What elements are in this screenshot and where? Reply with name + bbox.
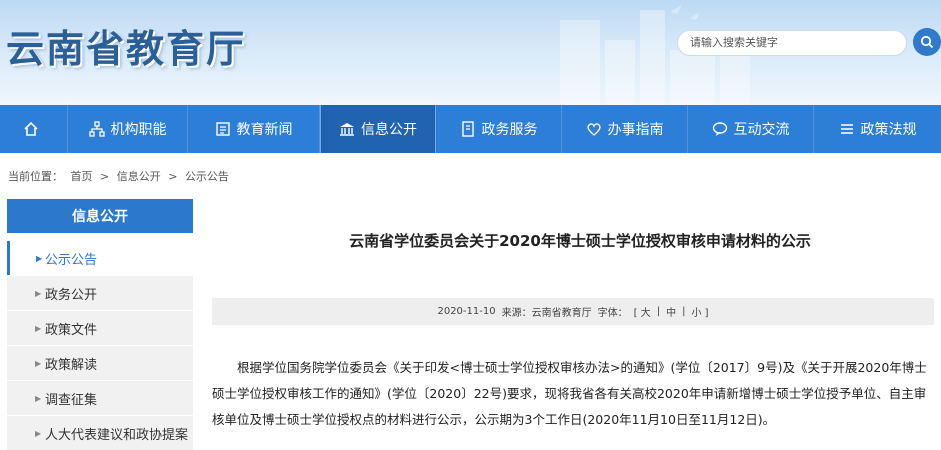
search-icon bbox=[920, 35, 934, 49]
chat-icon bbox=[712, 121, 728, 137]
home-icon bbox=[23, 121, 39, 137]
sidebar-item-label: 政策解读 bbox=[45, 357, 98, 373]
breadcrumb-prefix: 当前位置： bbox=[8, 170, 63, 183]
font-size-sep: | bbox=[682, 306, 686, 317]
arrow-right-icon: ▶ bbox=[35, 393, 42, 403]
font-size-sep: | bbox=[656, 306, 661, 317]
main-nav: 机构职能 教育新闻 信息公开 政务服务 办事指南 互动交流 政策法规 bbox=[0, 105, 941, 153]
nav-label: 互动交流 bbox=[733, 122, 790, 138]
font-size-large[interactable]: [ 大 bbox=[634, 304, 651, 319]
article-date: 2020-11-10 bbox=[437, 306, 496, 317]
font-size-label: 字体： bbox=[597, 308, 628, 319]
service-icon bbox=[460, 121, 476, 137]
nav-label: 办事指南 bbox=[607, 122, 664, 138]
breadcrumb-sep: > bbox=[168, 170, 178, 183]
sidebar-item-announcements[interactable]: ▶ 公示公告 bbox=[7, 241, 193, 275]
sidebar: 信息公开 ▶ 公示公告 ▶ 政务公开 ▶ 政策文件 ▶ 政策解读 ▶ 调查征集 … bbox=[7, 199, 193, 450]
article-source: 来源：云南省教育厅 bbox=[501, 308, 592, 319]
sidebar-item-policy-docs[interactable]: ▶ 政策文件 bbox=[7, 311, 193, 345]
sidebar-item-affairs[interactable]: ▶ 政务公开 bbox=[7, 276, 193, 310]
nav-label: 教育新闻 bbox=[236, 122, 293, 138]
sidebar-item-label: 政策文件 bbox=[45, 322, 98, 338]
breadcrumb-info[interactable]: 信息公开 bbox=[117, 170, 161, 183]
search-input[interactable]: 请输入搜索关键字 bbox=[677, 30, 907, 56]
breadcrumb-home[interactable]: 首页 bbox=[71, 170, 93, 183]
nav-label: 政务服务 bbox=[481, 122, 538, 138]
nav-item-service[interactable]: 政务服务 bbox=[436, 105, 562, 153]
nav-home[interactable] bbox=[0, 105, 68, 153]
org-icon bbox=[88, 121, 105, 137]
nav-label: 信息公开 bbox=[361, 122, 417, 138]
nav-item-interact[interactable]: 互动交流 bbox=[688, 105, 814, 153]
nav-label: 机构职能 bbox=[110, 122, 167, 138]
building-icon bbox=[339, 121, 355, 137]
article-meta: 2020-11-10 来源：云南省教育厅 字体： [ 大 | 中 | 小 ] bbox=[212, 298, 934, 325]
sidebar-item-label: 调查征集 bbox=[45, 392, 98, 408]
header-banner: 云南省教育厅 请输入搜索关键字 bbox=[0, 0, 941, 105]
font-size-medium[interactable]: 中 bbox=[666, 304, 676, 319]
arrow-right-icon: ▶ bbox=[36, 253, 43, 263]
article-title: 云南省学位委员会关于2020年博士硕士学位授权审核申请材料的公示 bbox=[349, 232, 811, 250]
nav-item-info[interactable]: 信息公开 bbox=[320, 105, 436, 153]
nav-item-news[interactable]: 教育新闻 bbox=[188, 105, 320, 153]
sidebar-item-label: 公示公告 bbox=[45, 252, 98, 268]
arrow-right-icon: ▶ bbox=[35, 288, 42, 298]
sidebar-item-label: 政务公开 bbox=[45, 287, 98, 303]
font-size-small[interactable]: 小 ] bbox=[691, 304, 708, 319]
arrow-right-icon: ▶ bbox=[35, 428, 42, 438]
search-button[interactable] bbox=[913, 28, 941, 56]
breadcrumb-current[interactable]: 公示公告 bbox=[185, 170, 229, 183]
site-title[interactable]: 云南省教育厅 bbox=[6, 18, 246, 73]
news-icon bbox=[215, 121, 231, 137]
arrow-right-icon: ▶ bbox=[35, 358, 42, 368]
sidebar-item-label: 人大代表建议和政协提案 bbox=[45, 427, 189, 443]
arrow-right-icon: ▶ bbox=[35, 323, 42, 333]
sidebar-item-survey[interactable]: ▶ 调查征集 bbox=[7, 381, 193, 415]
heart-icon bbox=[586, 121, 602, 137]
sidebar-item-policy-interp[interactable]: ▶ 政策解读 bbox=[7, 346, 193, 380]
sidebar-item-proposals[interactable]: ▶ 人大代表建议和政协提案 bbox=[7, 416, 193, 450]
breadcrumb: 当前位置： 首页 > 信息公开 > 公示公告 bbox=[8, 168, 233, 184]
breadcrumb-sep: > bbox=[100, 170, 110, 183]
list-icon bbox=[839, 121, 855, 137]
nav-item-policy[interactable]: 政策法规 bbox=[814, 105, 941, 153]
nav-item-org[interactable]: 机构职能 bbox=[68, 105, 188, 153]
nav-item-guide[interactable]: 办事指南 bbox=[562, 105, 688, 153]
article-body: 根据学位国务院学位委员会《关于印发<博士硕士学位授权审核办法>的通知》(学位〔2… bbox=[212, 360, 927, 427]
sidebar-title: 信息公开 bbox=[7, 199, 193, 233]
nav-label: 政策法规 bbox=[860, 122, 917, 138]
